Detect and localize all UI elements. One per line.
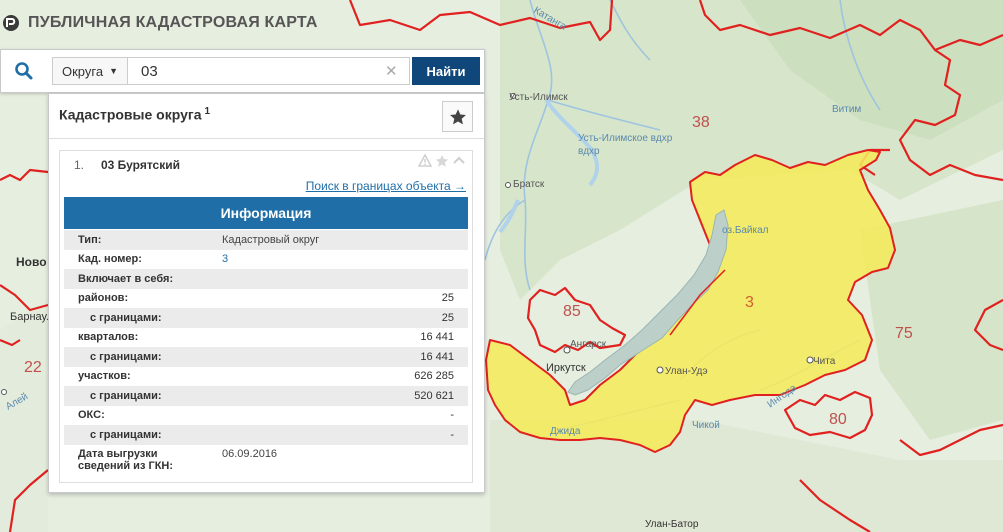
result-card[interactable]: 1. 03 Бурятский Поиск в границах объекта…	[59, 150, 473, 483]
row-label: с границами:	[90, 350, 162, 363]
region-number-80: 80	[829, 411, 847, 428]
logo-icon	[3, 15, 19, 31]
results-panel: Кадастровые округа 1 1. 03 Бурятский Поис…	[48, 93, 485, 493]
table-row: Тип: Кадастровый округ	[64, 230, 468, 250]
search-icon-button[interactable]	[1, 50, 47, 92]
result-tools	[417, 153, 466, 173]
chevron-up-icon[interactable]	[452, 154, 466, 173]
map-label-angarsk: Ангарск	[570, 339, 607, 350]
region-number-3: 3	[745, 294, 754, 311]
cadastral-number-link[interactable]: 3	[222, 253, 228, 265]
panel-header: Кадастровые округа 1	[49, 94, 484, 139]
row-label: Кад. номер:	[78, 253, 142, 266]
app-title: ПУБЛИЧНАЯ КАДАСТРОВАЯ КАРТА	[28, 14, 318, 31]
table-row: Кад. номер: 3	[64, 250, 468, 270]
info-header: Информация	[64, 197, 468, 229]
map-label-ulan-bator: Улан-Батор	[645, 519, 699, 530]
map-label-dzhida: Джида	[550, 426, 581, 437]
map-label-chita: Чита	[813, 356, 836, 367]
search-input[interactable]	[128, 57, 410, 85]
region-number-85: 85	[563, 303, 581, 320]
result-count: 1	[204, 106, 211, 117]
close-icon[interactable]: ✕	[385, 62, 398, 80]
row-value: 06.09.2016	[222, 447, 278, 460]
star-icon[interactable]	[435, 154, 449, 173]
row-label: ОКС:	[78, 409, 105, 422]
panel-title-text: Кадастровые округа	[59, 106, 202, 123]
map-label-ulan-ude: Улан-Удэ	[665, 366, 708, 377]
row-label: Дата выгрузки сведений из ГКН:	[78, 447, 174, 472]
map-label-irkutsk: Иркутск	[546, 362, 586, 374]
row-label: участков:	[78, 370, 131, 383]
result-name[interactable]: 03 Бурятский	[101, 158, 180, 172]
table-row: районов: 25	[64, 289, 468, 309]
search-type-label: Округа	[62, 63, 104, 79]
region-number-75: 75	[895, 325, 913, 342]
region-number-38: 38	[692, 114, 710, 131]
row-label: кварталов:	[78, 331, 139, 344]
table-row: участков: 626 285	[64, 367, 468, 387]
table-row: Включает в себя:	[64, 269, 468, 289]
row-value: 520 621	[414, 389, 454, 402]
table-row: с границами: -	[64, 425, 468, 445]
star-icon	[449, 108, 466, 124]
map-label-novo: Ново	[16, 255, 47, 269]
warning-icon[interactable]	[417, 153, 433, 173]
row-value: -	[450, 428, 454, 441]
table-row: с границами: 25	[64, 308, 468, 328]
row-value: 25	[441, 292, 454, 305]
svg-text:вдхр: вдхр	[578, 146, 600, 157]
row-value: -	[450, 409, 454, 422]
table-row: с границами: 520 621	[64, 386, 468, 406]
row-label: Включает в себя:	[78, 272, 174, 285]
map-label-vitim: Витим	[832, 104, 861, 115]
map-label-barnaul: Барнаул	[10, 311, 53, 323]
row-value: 16 441	[420, 350, 454, 363]
find-button[interactable]: Найти	[412, 57, 480, 85]
map-label-baikal: оз.Байкал	[722, 225, 769, 236]
caret-down-icon: ▼	[109, 66, 118, 76]
table-row: Дата выгрузки сведений из ГКН: 06.09.201…	[64, 445, 468, 480]
table-row: с границами: 16 441	[64, 347, 468, 367]
row-label: с границами:	[90, 428, 162, 441]
result-index: 1.	[74, 158, 85, 172]
search-bar: Округа ▼ ✕ Найти	[0, 49, 485, 93]
map-label-chikoy: Чикой	[692, 420, 720, 431]
favorites-button[interactable]	[442, 101, 473, 132]
row-label: районов:	[78, 292, 129, 305]
map-label-ust-ilimsk-reservoir: Усть-Илимское вдхр	[578, 133, 673, 144]
row-value: 16 441	[420, 331, 454, 344]
row-label: с границами:	[90, 311, 162, 324]
search-icon	[15, 62, 33, 80]
row-label: Тип:	[78, 233, 102, 246]
region-number-22: 22	[24, 359, 42, 376]
table-row: ОКС: -	[64, 406, 468, 426]
map-label-bratsk: Братск	[513, 179, 545, 190]
table-row: кварталов: 16 441	[64, 328, 468, 348]
panel-title: Кадастровые округа 1	[59, 106, 210, 123]
search-type-select[interactable]: Округа ▼	[52, 57, 128, 85]
row-value: 25	[441, 311, 454, 324]
row-value: 626 285	[414, 370, 454, 383]
row-value: Кадастровый округ	[222, 233, 320, 246]
info-table: Тип: Кадастровый округ Кад. номер: 3 Вкл…	[64, 230, 468, 480]
map-label-ust-ilimsk: Усть-Илимск	[509, 92, 568, 103]
search-within-object-link[interactable]: Поиск в границах объекта →	[306, 179, 466, 193]
app-header: ПУБЛИЧНАЯ КАДАСТРОВАЯ КАРТА	[0, 8, 318, 38]
row-label: с границами:	[90, 389, 162, 402]
